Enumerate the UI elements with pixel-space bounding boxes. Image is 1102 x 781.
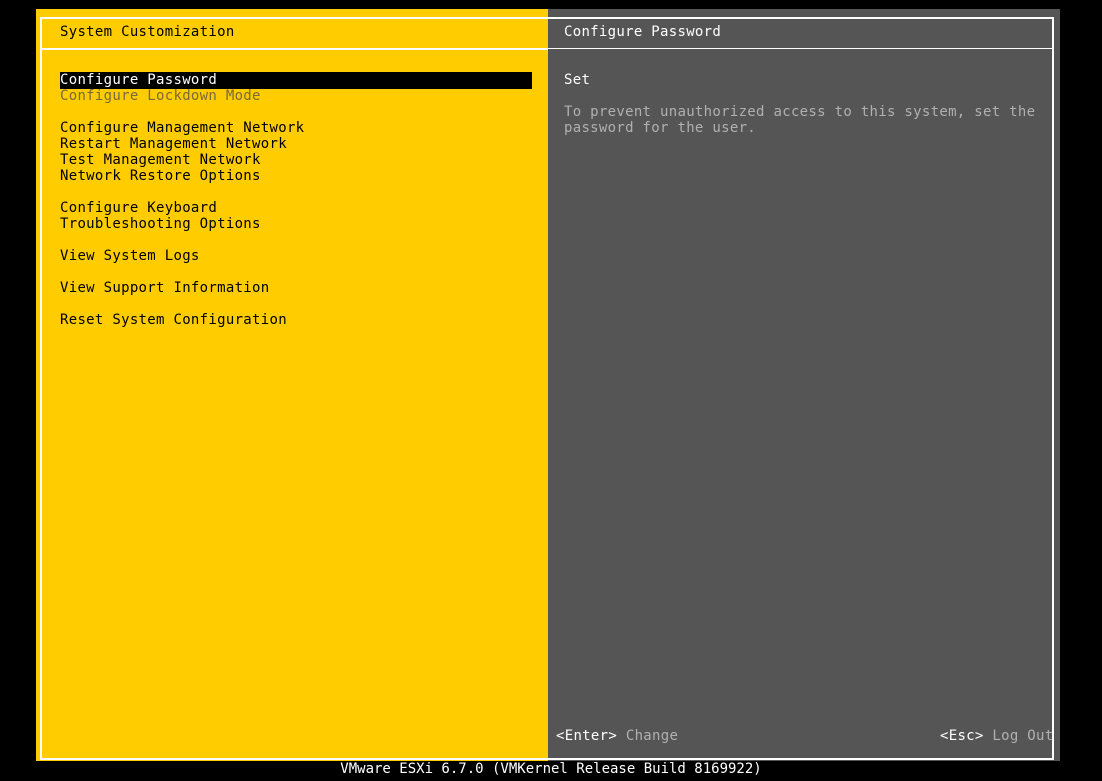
- menu-item-configure-keyboard[interactable]: Configure Keyboard: [60, 200, 217, 216]
- description-line-2: password for the user.: [564, 120, 757, 136]
- enter-action-label: Change: [625, 728, 679, 744]
- esc-action-label: Log Out: [992, 728, 1054, 744]
- esc-logout-hint[interactable]: <Esc> Log Out: [940, 728, 1054, 744]
- detail-panel-title: Configure Password: [564, 24, 722, 40]
- menu-item-network-restore-options[interactable]: Network Restore Options: [60, 168, 261, 184]
- enter-change-hint[interactable]: <Enter> Change: [556, 728, 678, 744]
- menu-item-view-support-information[interactable]: View Support Information: [60, 280, 270, 296]
- left-panel-title: System Customization: [60, 24, 235, 40]
- left-panel-title-divider: [40, 48, 548, 50]
- esc-key-label: <Esc>: [940, 728, 984, 744]
- menu-item-restart-management-network[interactable]: Restart Management Network: [60, 136, 287, 152]
- menu-item-configure-lockdown-mode[interactable]: Configure Lockdown Mode: [60, 88, 261, 104]
- password-status: Set: [564, 72, 591, 88]
- build-info: VMware ESXi 6.7.0 (VMKernel Release Buil…: [340, 761, 762, 777]
- description-line-1: To prevent unauthorized access to this s…: [564, 104, 1036, 120]
- right-panel-title-divider: [548, 48, 1052, 49]
- menu-item-configure-management-network[interactable]: Configure Management Network: [60, 120, 304, 136]
- menu-item-test-management-network[interactable]: Test Management Network: [60, 152, 261, 168]
- menu-item-configure-password[interactable]: Configure Password: [60, 72, 217, 88]
- menu-item-reset-system-configuration[interactable]: Reset System Configuration: [60, 312, 287, 328]
- menu-item-troubleshooting-options[interactable]: Troubleshooting Options: [60, 216, 261, 232]
- enter-key-label: <Enter>: [556, 728, 618, 744]
- menu-item-view-system-logs[interactable]: View System Logs: [60, 248, 200, 264]
- esxi-dcui-screen: System Customization Configure Password …: [0, 0, 1102, 781]
